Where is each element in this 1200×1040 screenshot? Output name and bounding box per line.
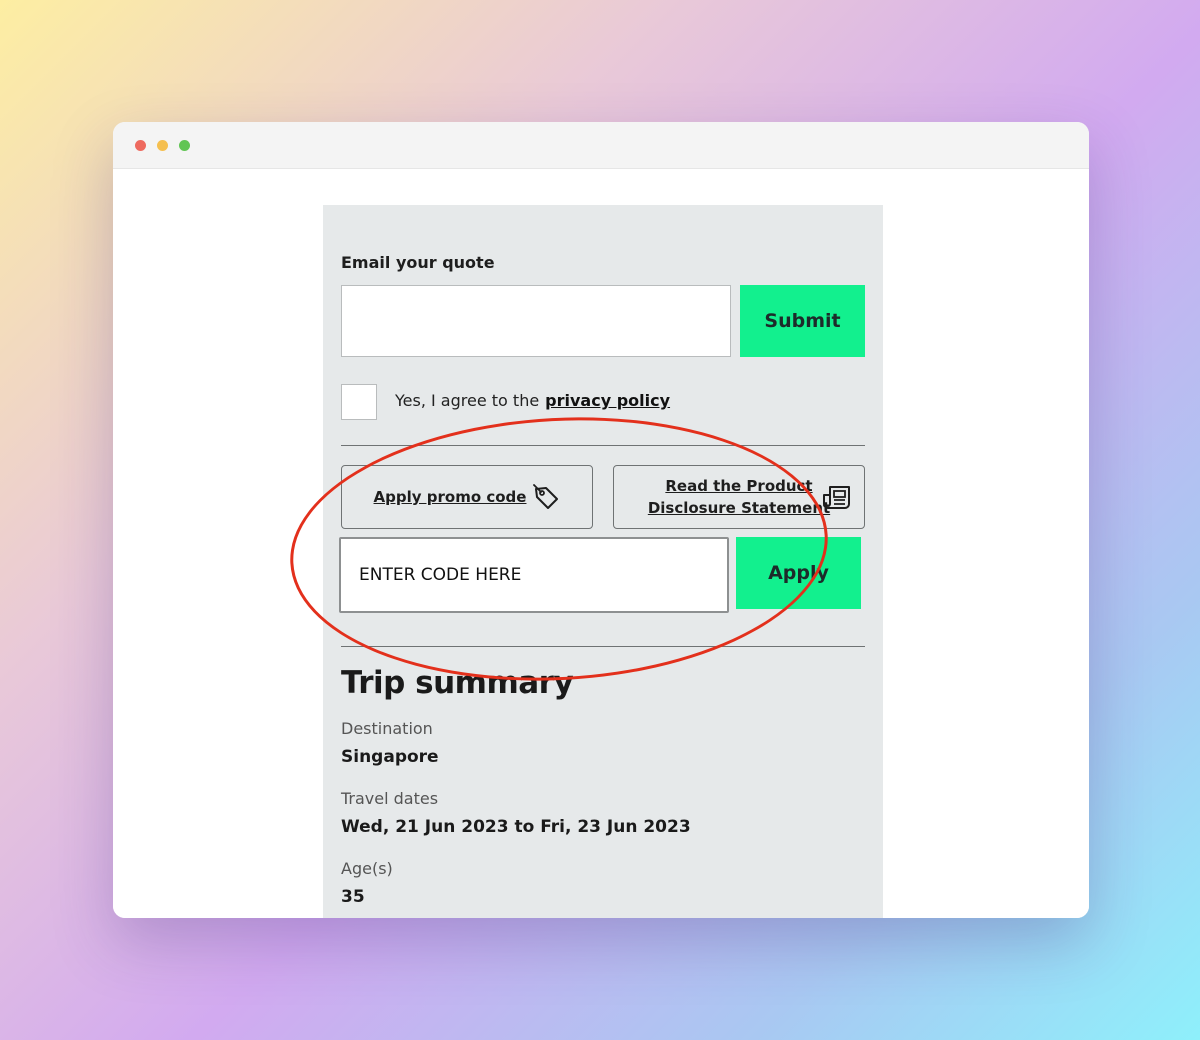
page-content: Email your quote Submit Yes, I agree to … (113, 169, 1089, 918)
apply-promo-code-button[interactable]: Apply promo code (341, 465, 593, 529)
ages-label: Age(s) (341, 859, 393, 878)
trip-summary-title: Trip summary (341, 665, 574, 701)
minimize-window-dot[interactable] (157, 140, 168, 151)
title-bar (113, 122, 1089, 169)
ages-value: 35 (341, 887, 365, 907)
email-quote-label: Email your quote (341, 253, 495, 272)
browser-window: Email your quote Submit Yes, I agree to … (113, 122, 1089, 918)
destination-value: Singapore (341, 747, 439, 767)
pds-label-line1: Read the Product (665, 477, 813, 495)
divider (341, 445, 865, 446)
apply-button[interactable]: Apply (736, 537, 861, 609)
submit-button[interactable]: Submit (740, 285, 865, 357)
document-icon (823, 486, 850, 509)
travel-dates-label: Travel dates (341, 789, 439, 808)
privacy-consent-label: Yes, I agree to the privacy policy (395, 391, 670, 410)
email-input[interactable] (341, 285, 731, 357)
privacy-consent-checkbox[interactable] (341, 384, 377, 420)
read-pds-button[interactable]: Read the Product Disclosure Statement (613, 465, 865, 529)
destination-label: Destination (341, 719, 433, 738)
privacy-policy-link[interactable]: privacy policy (545, 391, 670, 410)
pds-label-line2: Disclosure Statement (647, 499, 831, 517)
consent-text: Yes, I agree to the (395, 391, 540, 410)
price-tag-icon (533, 484, 559, 509)
pds-button-label: Read the Product Disclosure Statement (648, 475, 830, 519)
promo-code-input[interactable] (339, 537, 729, 613)
maximize-window-dot[interactable] (179, 140, 190, 151)
promo-button-label: Apply promo code (373, 488, 527, 506)
close-window-dot[interactable] (135, 140, 146, 151)
travel-dates-value: Wed, 21 Jun 2023 to Fri, 23 Jun 2023 (341, 817, 691, 837)
divider (341, 646, 865, 647)
quote-panel: Email your quote Submit Yes, I agree to … (323, 205, 883, 918)
